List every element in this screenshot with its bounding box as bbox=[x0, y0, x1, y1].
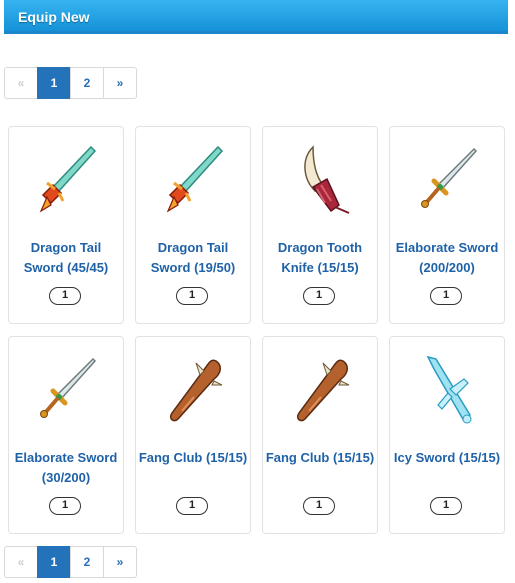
item-name: Icy Sword (15/15) bbox=[393, 450, 501, 465]
page-2-button[interactable]: 2 bbox=[70, 67, 104, 99]
quantity-badge: 1 bbox=[430, 497, 462, 515]
quantity-badge: 1 bbox=[176, 287, 208, 305]
page-2-button[interactable]: 2 bbox=[70, 546, 104, 578]
quantity-badge: 1 bbox=[176, 497, 208, 515]
item-card[interactable]: Elaborate Sword (200/200) 1 bbox=[389, 126, 505, 324]
item-name: Elaborate Sword (30/200) bbox=[14, 450, 118, 485]
dragon-tail-sword-icon bbox=[39, 145, 97, 213]
item-card[interactable]: Dragon Tail Sword (45/45) 1 bbox=[8, 126, 124, 324]
item-card[interactable]: Icy Sword (15/15) 1 bbox=[389, 336, 505, 534]
item-name: Dragon Tail Sword (45/45) bbox=[23, 240, 109, 275]
page-1-button[interactable]: 1 bbox=[37, 67, 71, 99]
prev-page-button[interactable]: « bbox=[4, 546, 38, 578]
prev-page-button[interactable]: « bbox=[4, 67, 38, 99]
item-name: Dragon Tail Sword (19/50) bbox=[150, 240, 236, 275]
elaborate-sword-icon bbox=[40, 357, 97, 418]
item-card[interactable]: Fang Club (15/15) 1 bbox=[262, 336, 378, 534]
quantity-badge: 1 bbox=[430, 287, 462, 305]
pagination-bottom: « 1 2 » bbox=[4, 546, 137, 578]
item-name: Fang Club (15/15) bbox=[265, 450, 375, 465]
icy-sword-icon bbox=[426, 355, 472, 424]
fang-club-icon bbox=[296, 359, 350, 422]
panel-header: Equip New bbox=[4, 0, 508, 34]
dragon-tail-sword-icon bbox=[166, 145, 224, 213]
item-name: Dragon Tooth Knife (15/15) bbox=[277, 240, 363, 275]
item-name: Elaborate Sword (200/200) bbox=[395, 240, 499, 275]
next-page-button[interactable]: » bbox=[103, 546, 137, 578]
dragon-tooth-knife-icon bbox=[304, 145, 350, 214]
item-card[interactable]: Dragon Tooth Knife (15/15) 1 bbox=[262, 126, 378, 324]
item-card[interactable]: Elaborate Sword (30/200) 1 bbox=[8, 336, 124, 534]
quantity-badge: 1 bbox=[49, 497, 81, 515]
item-card[interactable]: Dragon Tail Sword (19/50) 1 bbox=[135, 126, 251, 324]
quantity-badge: 1 bbox=[49, 287, 81, 305]
fang-club-icon bbox=[169, 359, 223, 422]
item-card[interactable]: Fang Club (15/15) 1 bbox=[135, 336, 251, 534]
pagination-top: « 1 2 » bbox=[4, 67, 137, 99]
panel-title: Equip New bbox=[18, 9, 90, 25]
quantity-badge: 1 bbox=[303, 497, 335, 515]
page-1-button[interactable]: 1 bbox=[37, 546, 71, 578]
quantity-badge: 1 bbox=[303, 287, 335, 305]
next-page-button[interactable]: » bbox=[103, 67, 137, 99]
elaborate-sword-icon bbox=[421, 147, 478, 208]
item-name: Fang Club (15/15) bbox=[138, 450, 248, 465]
